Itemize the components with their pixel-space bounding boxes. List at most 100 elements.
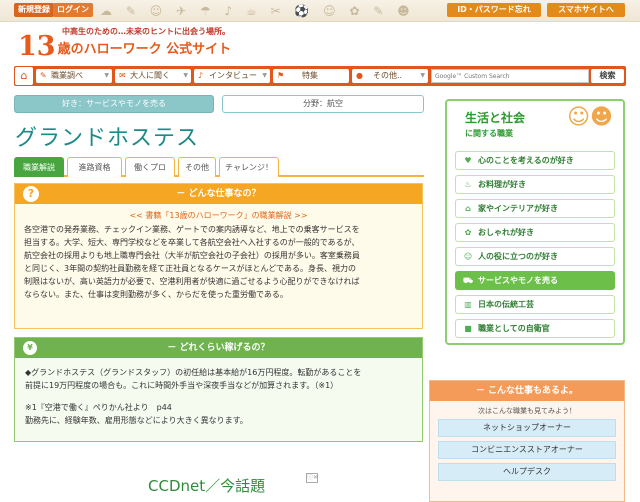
logo-text: 歳のハローワーク 公式サイト [57, 42, 232, 57]
question-icon: ? [23, 186, 39, 202]
chevron-down-icon: ▼ [420, 72, 425, 79]
nav-label: 職業調べ [51, 71, 83, 80]
chevron-down-icon: ▼ [262, 72, 267, 79]
sidebar-title-text: 生活と社会 [465, 111, 526, 125]
sidebar-item-fashion[interactable]: ✿ おしゃれが好き [455, 223, 615, 242]
sidebar-item-label: 人の役に立つのが好き [478, 252, 558, 261]
sidebar-item-label: おしゃれが好き [478, 228, 534, 237]
text-line: 前提に19万円程度の場合も。これに時間外手当や深夜手当などが加算されます。（※1… [25, 381, 339, 390]
related-jobs-heading: － こんな仕事もあるよ。 [430, 381, 624, 401]
sidebar-item-label: サービスやモノを売る [478, 276, 558, 285]
search-button[interactable]: 検索 [591, 69, 624, 83]
category-field[interactable]: 分野：航空 [222, 95, 424, 113]
related-job-link[interactable]: ネットショップオーナー [438, 419, 616, 437]
sidebar-title: 生活と社会 に関する職業 [465, 111, 525, 141]
tab-pro[interactable]: 働くプロ [125, 157, 175, 177]
text-line: ◆グランドホステス（グランドスタッフ）の初任給は基本給が16万円程度。転勤がある… [25, 368, 362, 377]
flag-icon: ⚑ [277, 71, 285, 80]
shirt-icon: ✿ [464, 228, 472, 237]
chevron-down-icon: ▼ [183, 72, 188, 79]
text-line: 勤務先に、経験年数、雇用形態などにより大きく異なります。 [25, 416, 248, 425]
dots-icon: ● [356, 71, 363, 80]
tab-bar: 職業解説 進路資格 働くプロ その他 チャレンジ！ [14, 157, 424, 177]
section-earnings: ¥ － どれくらい稼げるの？ ◆グランドホステス（グランドスタッフ）の初任給は基… [14, 337, 423, 442]
nav-item-feature[interactable]: ⚑ 特集 [273, 69, 349, 83]
nav-item-interview[interactable]: ♪ インタビュー ▼ [194, 69, 270, 83]
source-note: << 書籍「13歳のハローワーク」の職業解説 >> [129, 211, 308, 220]
nav-item-job-search[interactable]: ✎ 職業調べ ▼ [36, 69, 112, 83]
main-nav: ⌂ ✎ 職業調べ ▼ ✉ 大人に聞く ▼ ♪ インタビュー ▼ ⚑ 特集 ● そ… [14, 66, 626, 86]
logo-number: 13 [18, 31, 56, 62]
related-job-link[interactable]: ヘルプデスク [438, 463, 616, 481]
nav-item-other[interactable]: ● その他.. ▼ [352, 69, 428, 83]
description-text: 各空港での発券業務、チェックイン業務、ゲートでの案内誘導など、地上での乗客サービ… [15, 221, 422, 301]
text-line: ならない。また、仕事は変則勤務が多く、からだを使った重労働である。 [24, 290, 288, 299]
nav-label: その他.. [373, 71, 403, 80]
sidebar-item-sales[interactable]: ⛟ サービスやモノを売る [455, 271, 615, 290]
nav-label: 特集 [302, 71, 318, 80]
microphone-icon: ♪ [198, 71, 204, 80]
id-password-link[interactable]: ID・パスワード忘れ [447, 3, 541, 17]
tab-challenge[interactable]: チャレンジ！ [219, 157, 279, 177]
sidebar-item-label: 心のことを考えるのが好き [478, 156, 574, 165]
search-input[interactable] [432, 70, 588, 82]
earnings-notes: ※1『空港で働く』ぺりかん社より p44 勤務先に、経験年数、雇用形態などにより… [15, 392, 422, 427]
text-line: 航空会社の採用よりも地上職専門会社（大半が航空会社の子会社）の採用が多い。客室乗… [24, 251, 360, 260]
text-line: 各空港での発券業務、チェックイン業務、ゲートでの案内誘導など、地上での乗客サービ… [24, 225, 360, 234]
people-illustration-icon: ☺☻ [567, 105, 613, 130]
house-icon: ⌂ [465, 204, 471, 213]
pencil-icon: ✎ [40, 71, 47, 80]
sidebar-item-label: 家やインテリアが好き [478, 204, 558, 213]
text-line: と同じく、3年間の契約社員勤務を経て正社員となるケースがほとんどである。身長、視… [24, 264, 356, 273]
sidebar-category-box: 生活と社会 に関する職業 ☺☻ ♥ 心のことを考えるのが好き ♨ お料理が好き ⌂ 家… [445, 99, 625, 345]
section-header: ¥ － どれくらい稼げるの？ [15, 338, 422, 358]
ad-info-icon[interactable]: ⓘ✕ [306, 473, 318, 483]
section-heading: － どれくらい稼げるの？ [167, 343, 270, 353]
sidebar-item-label: 日本の伝統工芸 [478, 300, 534, 309]
tab-description[interactable]: 職業解説 [14, 157, 64, 177]
ad-banner[interactable]: CCDnet／今話題 [148, 475, 265, 496]
signup-button[interactable]: 新規登録 [14, 3, 54, 17]
craft-icon: ▥ [464, 300, 472, 309]
sidebar-item-label: 職業としての自衛官 [478, 324, 550, 333]
sidebar-item-crafts[interactable]: ▥ 日本の伝統工芸 [455, 295, 615, 314]
section-header: ? － どんな仕事なの？ [15, 184, 422, 204]
decoration-illustration: ☁ ✎ ☺ ✈ ☂ ♪ ☕ ✂ ⚽ ☺ ✿ ✎ ☻ [100, 4, 415, 18]
text-line: ※1『空港で働く』ぺりかん社より p44 [25, 403, 172, 412]
related-jobs-box: － こんな仕事もあるよ。 次はこんな職業も見てみよう！ ネットショップオーナー … [429, 380, 625, 502]
nav-label: インタビュー [209, 71, 257, 80]
sidebar-subtitle: に関する職業 [465, 129, 513, 138]
chevron-down-icon: ▼ [104, 72, 109, 79]
text-line: 担当する。大学、短大、専門学校などを卒業して各航空会社へ入社するのが一般的である… [24, 238, 360, 247]
heart-icon: ♥ [464, 156, 472, 165]
related-job-link[interactable]: コンビニエンスストアオーナー [438, 441, 616, 459]
sidebar-item-mind[interactable]: ♥ 心のことを考えるのが好き [455, 151, 615, 170]
sidebar-item-label: お料理が好き [478, 180, 526, 189]
nav-label: 大人に聞く [130, 71, 170, 80]
section-what-job: ? － どんな仕事なの？ << 書籍「13歳のハローワーク」の職業解説 >> 各… [14, 183, 423, 329]
nav-item-ask-adults[interactable]: ✉ 大人に聞く ▼ [115, 69, 191, 83]
coin-icon: ¥ [23, 341, 37, 355]
sidebar-item-interior[interactable]: ⌂ 家やインテリアが好き [455, 199, 615, 218]
page-title: グランドホステス [15, 126, 200, 151]
site-logo[interactable]: 13 歳のハローワーク 公式サイト [18, 33, 231, 61]
sidebar-item-sdf[interactable]: ■ 職業としての自衛官 [455, 319, 615, 338]
tab-qualifications[interactable]: 進路資格 [67, 157, 122, 177]
text-line: 制限はないが、高い英語力が必要で、空港利用者が快適に過ごせるよう心配りができなけ… [24, 277, 360, 286]
people-icon: ☺ [463, 252, 473, 261]
shield-icon: ■ [464, 324, 472, 333]
cart-icon: ⛟ [462, 276, 474, 285]
earnings-text: ◆グランドホステス（グランドスタッフ）の初任給は基本給が16万円程度。転勤がある… [15, 358, 422, 392]
cooking-icon: ♨ [464, 180, 472, 189]
login-button[interactable]: ログイン [53, 3, 93, 17]
home-icon[interactable]: ⌂ [15, 67, 33, 85]
chat-icon: ✉ [119, 71, 126, 80]
search-box [431, 69, 589, 83]
top-strip: ☁ ✎ ☺ ✈ ☂ ♪ ☕ ✂ ⚽ ☺ ✿ ✎ ☻ 新規登録 ログイン ID・パ… [0, 0, 640, 22]
sidebar-item-cooking[interactable]: ♨ お料理が好き [455, 175, 615, 194]
sidebar-item-helping[interactable]: ☺ 人の役に立つのが好き [455, 247, 615, 266]
related-jobs-sub: 次はこんな職業も見てみよう！ [478, 407, 576, 415]
smartphone-site-link[interactable]: スマホサイトへ [547, 3, 625, 17]
tab-other[interactable]: その他 [178, 157, 216, 177]
category-like[interactable]: 好き：サービスやモノを売る [14, 95, 214, 113]
